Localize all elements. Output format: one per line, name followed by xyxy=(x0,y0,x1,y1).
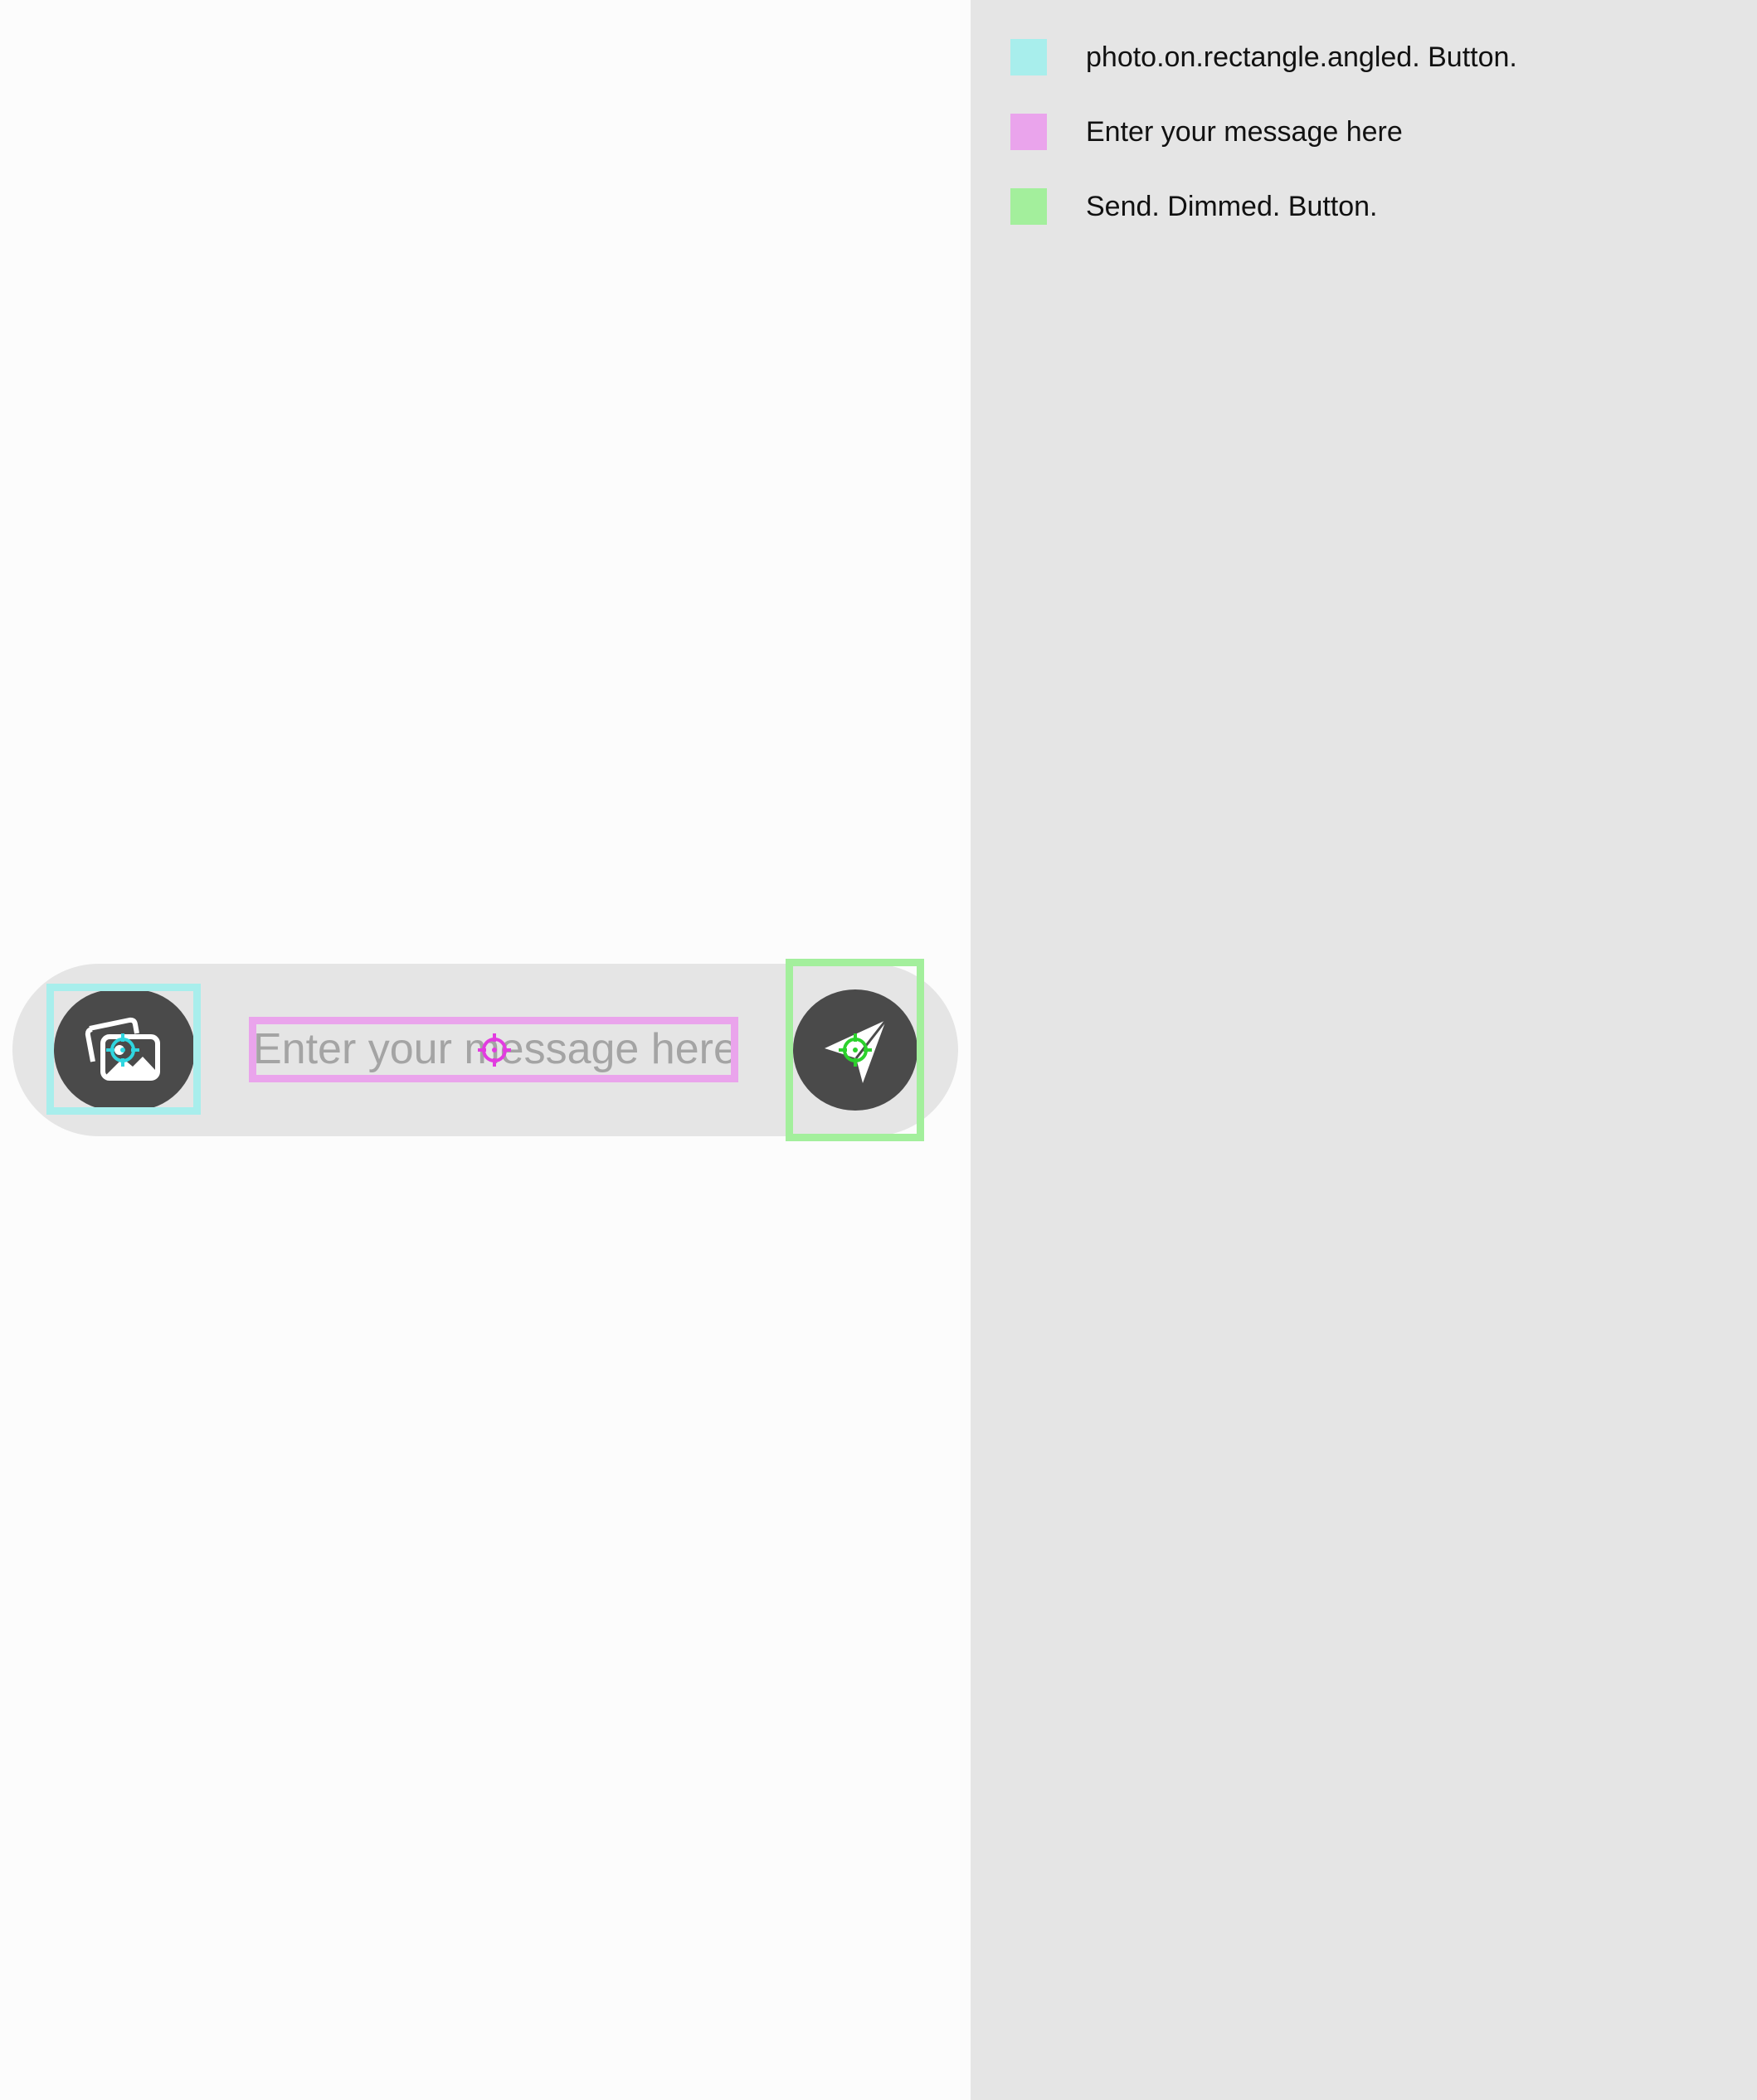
legend-label: photo.on.rectangle.angled. Button. xyxy=(1086,41,1517,73)
message-input[interactable] xyxy=(253,1020,734,1078)
app-area xyxy=(0,0,971,2100)
legend-item-photo-button: photo.on.rectangle.angled. Button. xyxy=(1010,39,1517,75)
paper-plane-send-icon xyxy=(825,1019,888,1083)
legend-swatch xyxy=(1010,188,1047,225)
legend-swatch xyxy=(1010,114,1047,150)
legend-label: Enter your message here xyxy=(1086,115,1403,148)
legend-item-send-button: Send. Dimmed. Button. xyxy=(1010,188,1378,225)
legend-label: Send. Dimmed. Button. xyxy=(1086,190,1378,222)
legend-item-message-input: Enter your message here xyxy=(1010,114,1403,150)
page: photo.on.rectangle.angled. Button. Enter… xyxy=(0,0,1757,2100)
send-button[interactable] xyxy=(793,989,917,1111)
photo-on-rectangle-angled-icon xyxy=(85,1017,160,1081)
accessibility-legend-panel: photo.on.rectangle.angled. Button. Enter… xyxy=(971,0,1757,2100)
legend-swatch xyxy=(1010,39,1047,75)
photo-button[interactable] xyxy=(54,989,195,1111)
